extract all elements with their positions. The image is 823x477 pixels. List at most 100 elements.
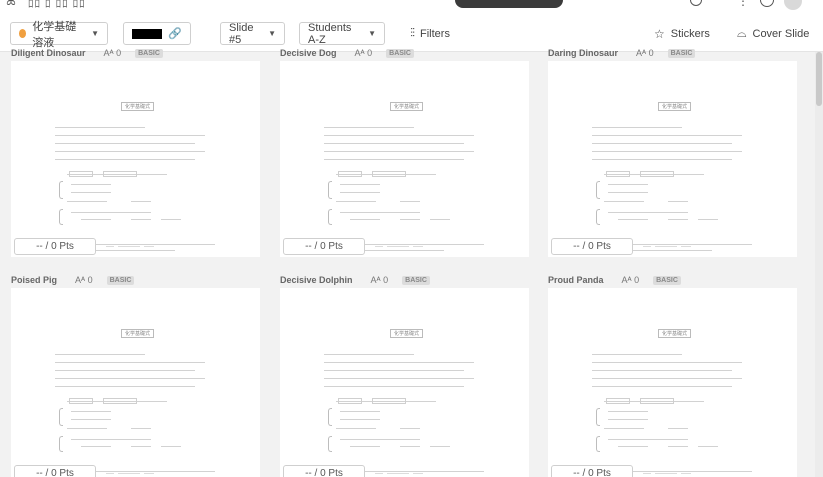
worksheet-box [69, 171, 93, 177]
student-card[interactable]: Decisive Dog Aᴬ 0 BASIC 化学基礎式 -- / 0 Pts [280, 45, 529, 257]
worksheet-line [131, 201, 151, 202]
worksheet-title: 化学基礎式 [390, 329, 424, 338]
points-value: -- / 0 Pts [36, 241, 74, 252]
worksheet-box [372, 171, 406, 177]
worksheet-title: 化学基礎式 [658, 102, 692, 111]
student-card[interactable]: Decisive Dolphin Aᴬ 0 BASIC 化学基礎式 -- / 0 … [280, 272, 529, 477]
worksheet-line [55, 135, 205, 136]
slide-label: Slide #5 [229, 21, 254, 46]
points-field[interactable]: -- / 0 Pts [551, 238, 633, 255]
worksheet-line [336, 201, 376, 202]
scrollbar-thumb[interactable] [816, 52, 822, 106]
slide-select[interactable]: Slide #5 ▼ [220, 21, 285, 46]
status-badge: BASIC [402, 275, 430, 285]
status-badge: BASIC [135, 48, 163, 58]
text-responses-icon: Aᴬ 0 [75, 275, 93, 285]
worksheet-line [400, 201, 420, 202]
worksheet-line [81, 219, 111, 220]
worksheet-line [324, 127, 414, 128]
worksheet-line [668, 219, 688, 220]
worksheet-line [55, 378, 205, 379]
worksheet-line [698, 446, 718, 447]
student-card[interactable]: Diligent Dinosaur Aᴬ 0 BASIC 化学基礎式 -- / 0… [11, 45, 260, 257]
meta-line [655, 473, 677, 474]
worksheet-line [55, 143, 195, 144]
worksheet-line [608, 411, 648, 412]
star-icon: ☆ [654, 26, 665, 41]
page-scrollbar[interactable] [815, 52, 823, 477]
worksheet-line [55, 159, 195, 160]
worksheet-line [340, 411, 380, 412]
more-options-icon[interactable]: ⋮ [737, 0, 749, 8]
app-header: ꕤ ﾛﾛ ﾛ ﾛﾛ ﾛﾛ ⋮ [0, 0, 823, 12]
worksheet-line [592, 143, 732, 144]
avatar[interactable] [784, 0, 802, 10]
slide-thumbnail[interactable]: 化学基礎式 -- / 0 Pts [548, 61, 797, 257]
worksheet-brace [59, 209, 63, 225]
worksheet-line [55, 386, 195, 387]
present-button[interactable] [455, 0, 563, 8]
points-field[interactable]: -- / 0 Pts [283, 238, 365, 255]
worksheet-line [608, 439, 688, 440]
worksheet-box [640, 171, 674, 177]
worksheet-line [131, 428, 151, 429]
sort-select[interactable]: Students A-Z ▼ [299, 21, 385, 46]
worksheet-brace [596, 209, 600, 225]
class-code-button[interactable]: 🔗 [123, 22, 191, 45]
worksheet-line [592, 159, 732, 160]
filters-button[interactable]: ⫶⫶ Filters [410, 22, 450, 45]
link-icon: 🔗 [168, 28, 182, 40]
chevron-down-icon: ▼ [91, 29, 99, 38]
pear-icon[interactable]: ꕤ [6, 0, 16, 9]
points-field[interactable]: -- / 0 Pts [283, 465, 365, 477]
text-response-count: 0 [648, 48, 654, 58]
worksheet-line [592, 378, 742, 379]
sort-label: Students A-Z [308, 21, 352, 46]
worksheet-line [131, 446, 151, 447]
cover-slide-label: Cover Slide [752, 27, 810, 40]
worksheet-line [161, 219, 181, 220]
cover-slide-button[interactable]: ⌓ Cover Slide [737, 22, 809, 45]
worksheet-line [668, 428, 688, 429]
worksheet-brace [328, 209, 332, 225]
student-name: Daring Dinosaur [548, 48, 619, 58]
worksheet-line [324, 159, 464, 160]
worksheet-line [324, 362, 474, 363]
slide-thumbnail[interactable]: 化学基礎式 -- / 0 Pts [280, 288, 529, 477]
stickers-button[interactable]: ☆ Stickers [654, 22, 710, 45]
slide-thumbnail[interactable]: 化学基礎式 -- / 0 Pts [548, 288, 797, 477]
student-card[interactable]: Proud Panda Aᴬ 0 BASIC 化学基礎式 -- / 0 Pts [548, 272, 797, 477]
class-select[interactable]: 化学基礎溶液 ▼ [10, 21, 108, 49]
slide-thumbnail[interactable]: 化学基礎式 -- / 0 Pts [11, 61, 260, 257]
slide-thumbnail[interactable]: 化学基礎式 -- / 0 Pts [11, 288, 260, 477]
help-icon[interactable] [760, 0, 774, 7]
student-card[interactable]: Daring Dinosaur Aᴬ 0 BASIC 化学基礎式 -- / 0 P… [548, 45, 797, 257]
worksheet-line [592, 362, 742, 363]
points-field[interactable]: -- / 0 Pts [14, 238, 96, 255]
student-name: Diligent Dinosaur [11, 48, 86, 58]
points-meta [375, 244, 435, 248]
worksheet-line [668, 201, 688, 202]
student-name: Decisive Dolphin [280, 275, 353, 285]
points-field[interactable]: -- / 0 Pts [551, 465, 633, 477]
presentation-title[interactable]: ﾛﾛ ﾛ ﾛﾛ ﾛﾛ [28, 0, 86, 11]
worksheet-line [71, 439, 151, 440]
worksheet-line [55, 362, 205, 363]
worksheet-box [606, 398, 630, 404]
worksheet-line [400, 219, 420, 220]
slide-thumbnail[interactable]: 化学基礎式 -- / 0 Pts [280, 61, 529, 257]
worksheet-line [131, 219, 151, 220]
lightbulb-icon[interactable] [690, 0, 702, 6]
points-value: -- / 0 Pts [573, 241, 611, 252]
student-card-header: Decisive Dog Aᴬ 0 BASIC [280, 45, 529, 61]
worksheet-brace [59, 408, 63, 426]
worksheet-line [324, 354, 414, 355]
worksheet-line [324, 386, 464, 387]
status-badge: BASIC [106, 275, 135, 285]
worksheet-line [604, 201, 644, 202]
filters-label: Filters [420, 27, 450, 40]
points-field[interactable]: -- / 0 Pts [14, 465, 96, 477]
worksheet-line [400, 446, 420, 447]
worksheet-line [67, 201, 107, 202]
student-card[interactable]: Poised Pig Aᴬ 0 BASIC 化学基礎式 -- / 0 Pts [11, 272, 260, 477]
